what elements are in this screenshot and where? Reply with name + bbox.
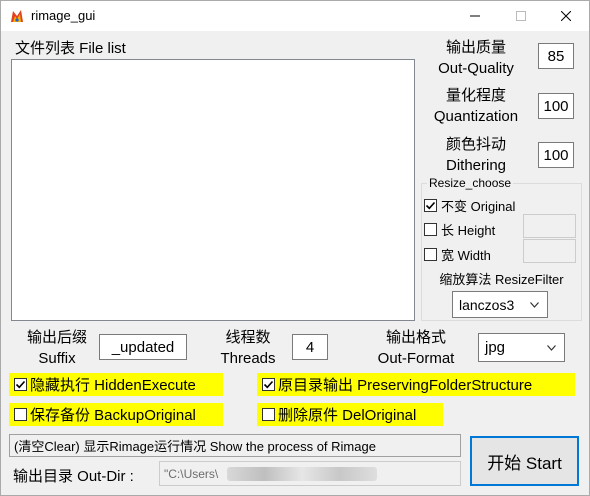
maximize-button[interactable] <box>498 1 544 31</box>
checkbox-unchecked[interactable] <box>424 223 437 236</box>
format-select[interactable]: jpg <box>478 333 565 362</box>
quality-label: 输出质量 Out-Quality <box>438 39 514 77</box>
dithering-label: 颜色抖动 Dithering <box>445 136 507 174</box>
minimize-button[interactable] <box>452 1 498 31</box>
backup-original-label: 保存备份 BackupOriginal <box>30 407 196 424</box>
checkbox-checked[interactable] <box>262 378 275 391</box>
suffix-input[interactable]: _updated <box>99 334 187 360</box>
preserve-folder-label: 原目录输出 PreservingFolderStructure <box>278 377 533 394</box>
chevron-down-icon <box>530 301 539 308</box>
checkbox-checked[interactable] <box>424 199 437 212</box>
width-input[interactable] <box>523 239 576 263</box>
hidden-execute-option[interactable]: 隐藏执行 HiddenExecute <box>9 373 223 396</box>
close-button[interactable] <box>543 1 589 31</box>
checkmark-icon <box>263 380 274 389</box>
del-original-option[interactable]: 删除原件 DelOriginal <box>257 403 443 426</box>
hidden-execute-label: 隐藏执行 HiddenExecute <box>30 377 196 394</box>
maximize-icon <box>516 11 526 21</box>
suffix-label: 输出后缀 Suffix <box>26 329 87 367</box>
threads-label: 线程数 Threads <box>220 329 276 367</box>
height-input[interactable] <box>523 214 576 238</box>
checkmark-icon <box>425 201 436 210</box>
checkbox-checked[interactable] <box>14 378 27 391</box>
resize-height-option[interactable]: 长 Height <box>424 220 495 239</box>
redacted-path <box>227 467 377 481</box>
quantization-label: 量化程度 Quantization <box>433 87 519 125</box>
resize-width-label: 宽 Width <box>441 248 491 263</box>
minimize-icon <box>470 15 480 17</box>
checkbox-unchecked[interactable] <box>262 408 275 421</box>
checkmark-icon <box>15 380 26 389</box>
preserve-folder-option[interactable]: 原目录输出 PreservingFolderStructure <box>257 373 575 396</box>
resize-width-option[interactable]: 宽 Width <box>424 245 491 264</box>
quantization-input[interactable]: 100 <box>538 93 574 119</box>
resize-filter-label: 缩放算法 ResizeFilter <box>439 272 564 287</box>
file-list[interactable] <box>11 59 415 321</box>
outdir-value: "C:\Users\ <box>164 466 219 481</box>
resize-filter-value: lanczos3 <box>459 296 515 313</box>
threads-input[interactable]: 4 <box>292 334 328 360</box>
format-label: 输出格式 Out-Format <box>377 329 455 367</box>
format-value: jpg <box>485 339 506 356</box>
checkbox-unchecked[interactable] <box>424 248 437 261</box>
start-button[interactable]: 开始 Start <box>470 436 579 486</box>
chevron-down-icon <box>547 344 556 351</box>
resize-height-label: 长 Height <box>441 223 496 238</box>
quality-input[interactable]: 85 <box>538 43 574 69</box>
main-window: rimage_gui 文件列表 File list 输出质量 Out-Quali… <box>0 0 590 496</box>
status-clear-button[interactable]: (清空Clear) 显示Rimage运行情况 Show the process … <box>9 434 461 457</box>
resize-filter-select[interactable]: lanczos3 <box>452 291 548 318</box>
resize-group-legend: Resize_choose <box>427 176 514 190</box>
window-title: rimage_gui <box>31 8 96 23</box>
checkbox-unchecked[interactable] <box>14 408 27 421</box>
close-icon <box>561 11 571 21</box>
title-bar[interactable]: rimage_gui <box>1 1 589 31</box>
backup-original-option[interactable]: 保存备份 BackupOriginal <box>9 403 223 426</box>
dithering-input[interactable]: 100 <box>538 142 574 168</box>
resize-original-option[interactable]: 不变 Original <box>424 196 515 215</box>
rimage-app-icon <box>9 8 25 24</box>
file-list-label: 文件列表 File list <box>15 40 126 57</box>
outdir-label: 输出目录 Out-Dir : <box>13 468 134 485</box>
resize-original-label: 不变 Original <box>441 199 516 214</box>
del-original-label: 删除原件 DelOriginal <box>278 407 417 424</box>
